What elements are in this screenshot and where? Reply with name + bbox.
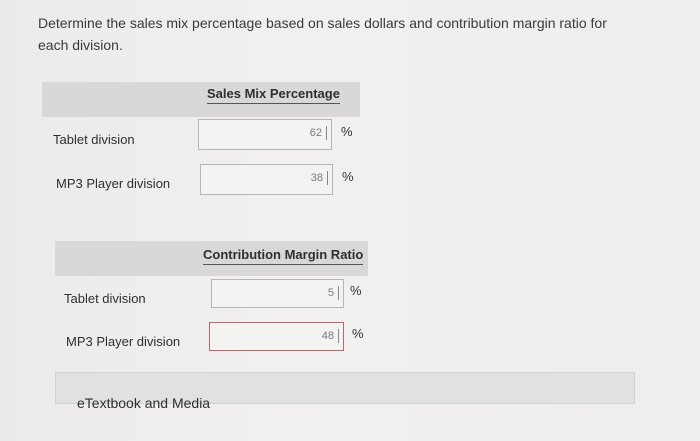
cm-ratio-row-label-mp3: MP3 Player division [66, 334, 181, 349]
percent-sign: % [352, 326, 364, 341]
input-value: 62 [310, 126, 327, 140]
cm-ratio-mp3-input[interactable]: 48 [209, 322, 344, 351]
cm-ratio-row-label-tablet: Tablet division [64, 291, 146, 306]
sales-mix-row-label-tablet: Tablet division [53, 132, 135, 147]
sales-mix-mp3-input[interactable]: 38 [200, 164, 333, 195]
cm-ratio-column-header: Contribution Margin Ratio [203, 247, 364, 265]
percent-sign: % [341, 124, 353, 139]
percent-sign: % [350, 283, 362, 298]
page: Determine the sales mix percentage based… [0, 0, 700, 441]
sales-mix-column-header: Sales Mix Percentage [207, 86, 340, 104]
question-text: Determine the sales mix percentage based… [38, 15, 607, 53]
cm-ratio-tablet-input[interactable]: 5 [211, 279, 344, 308]
input-value: 38 [311, 171, 328, 185]
percent-sign: % [342, 169, 354, 184]
sales-mix-tablet-input[interactable]: 62 [198, 119, 332, 150]
sales-mix-row-label-mp3: MP3 Player division [56, 176, 171, 191]
etextbook-label: eTextbook and Media [77, 395, 211, 411]
input-value: 48 [322, 329, 339, 343]
etextbook-and-media-link[interactable]: eTextbook and Media [55, 372, 635, 411]
input-value: 5 [328, 286, 339, 300]
